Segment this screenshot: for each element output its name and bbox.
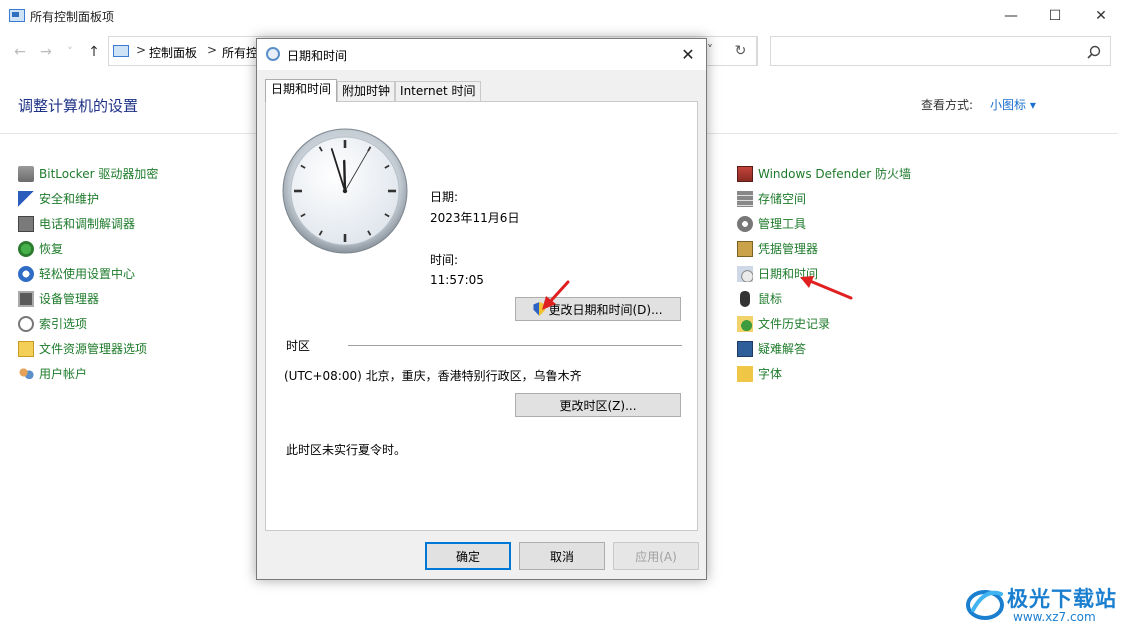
- tab-panel-date-time: 日期: 2023年11月6日 时间: 11:57:05 更改日期和时间(D)..…: [265, 101, 698, 531]
- tab-internet-time[interactable]: Internet 时间: [395, 81, 481, 102]
- view-by-label: 查看方式:: [921, 98, 974, 112]
- date-time-icon: [737, 265, 753, 282]
- search-input[interactable]: [770, 36, 1111, 66]
- cp-item-file-explorer-options[interactable]: 文件资源管理器选项: [18, 336, 158, 361]
- address-dropdown-icon[interactable]: ˅: [707, 43, 713, 57]
- cp-item-indexing-options[interactable]: 索引选项: [18, 311, 158, 336]
- apply-button[interactable]: 应用(A): [613, 542, 699, 570]
- cp-item-phone-modem[interactable]: 电话和调制解调器: [18, 211, 158, 236]
- cp-item-security-maintenance[interactable]: 安全和维护: [18, 186, 158, 211]
- mouse-icon: [740, 290, 750, 307]
- view-by-dropdown[interactable]: 小图标 ▾: [990, 96, 1036, 113]
- breadcrumb-separator[interactable]: >: [207, 43, 217, 57]
- date-value: 2023年11月6日: [430, 211, 520, 225]
- forward-button[interactable]: →: [36, 42, 56, 62]
- watermark: 极光下载站 www.xz7.com: [965, 582, 1117, 626]
- date-label: 日期:: [430, 190, 459, 204]
- user-accounts-icon: [18, 365, 34, 382]
- maximize-button[interactable]: ☐: [1032, 0, 1078, 31]
- dialog-close-button[interactable]: ✕: [670, 39, 706, 70]
- cp-item-credential-manager[interactable]: 凭据管理器: [737, 236, 911, 261]
- file-history-icon: [737, 315, 753, 332]
- cp-item-file-history[interactable]: 文件历史记录: [737, 311, 911, 336]
- flag-icon: [18, 190, 34, 207]
- time-value: 11:57:05: [430, 273, 484, 287]
- time-label: 时间:: [430, 253, 459, 267]
- ease-of-access-icon: [18, 265, 34, 282]
- breadcrumb-separator[interactable]: >: [136, 43, 146, 57]
- dialog-title: 日期和时间: [287, 49, 348, 63]
- recovery-icon: [18, 240, 34, 257]
- dialog-tabs: 日期和时间 附加时钟 Internet 时间: [265, 79, 481, 102]
- date-time-dialog: 日期和时间 ✕ 日期和时间 附加时钟 Internet 时间 日期: 2023年…: [256, 38, 707, 580]
- cp-item-firewall[interactable]: Windows Defender 防火墙: [737, 161, 911, 186]
- device-manager-icon: [18, 290, 34, 307]
- breadcrumb-control-panel[interactable]: 控制面板: [149, 44, 197, 61]
- cp-item-ease-of-access[interactable]: 轻松使用设置中心: [18, 261, 158, 286]
- timezone-divider: [348, 345, 682, 346]
- search-icon[interactable]: [1087, 45, 1101, 59]
- breadcrumb-all-items[interactable]: 所有控: [222, 44, 258, 61]
- timezone-value: (UTC+08:00) 北京，重庆，香港特别行政区，乌鲁木齐: [284, 369, 582, 383]
- analog-clock: [282, 128, 408, 254]
- close-button[interactable]: ✕: [1078, 0, 1124, 31]
- cancel-button[interactable]: 取消: [519, 542, 605, 570]
- dialog-titlebar: 日期和时间 ✕: [257, 39, 706, 70]
- back-button[interactable]: ←: [10, 42, 30, 62]
- bitlocker-icon: [18, 165, 34, 182]
- modem-icon: [18, 215, 34, 232]
- tab-date-time[interactable]: 日期和时间: [265, 79, 338, 102]
- tab-additional-clocks[interactable]: 附加时钟: [337, 81, 396, 102]
- minimize-button[interactable]: —: [988, 0, 1034, 31]
- control-panel-crumb-icon: [113, 45, 129, 57]
- page-title: 调整计算机的设置: [18, 97, 139, 115]
- cp-item-bitlocker[interactable]: BitLocker 驱动器加密: [18, 161, 158, 186]
- firewall-icon: [737, 165, 753, 182]
- dst-note: 此时区未实行夏令时。: [286, 443, 407, 457]
- clock-icon: [266, 47, 280, 61]
- annotation-arrow-icon: [800, 276, 853, 300]
- storage-icon: [737, 190, 753, 207]
- window-titlebar: 所有控制面板项 — ☐ ✕: [0, 0, 1125, 31]
- timezone-section-label: 时区: [286, 339, 311, 353]
- ok-button[interactable]: 确定: [425, 542, 511, 570]
- cp-item-device-manager[interactable]: 设备管理器: [18, 286, 158, 311]
- watermark-url: www.xz7.com: [1013, 610, 1096, 624]
- credential-icon: [737, 240, 753, 257]
- refresh-button[interactable]: ↻: [725, 36, 757, 66]
- annotation-arrow-icon: [542, 280, 570, 310]
- fonts-icon: [737, 365, 753, 382]
- cp-item-troubleshooting[interactable]: 疑难解答: [737, 336, 911, 361]
- cp-item-admin-tools[interactable]: 管理工具: [737, 211, 911, 236]
- window-title: 所有控制面板项: [30, 10, 115, 24]
- watermark-logo-icon: [966, 590, 1004, 620]
- control-panel-icon: [9, 9, 25, 22]
- indexing-icon: [18, 315, 34, 332]
- change-timezone-button[interactable]: 更改时区(Z)...: [515, 393, 681, 417]
- up-button[interactable]: ↑: [84, 42, 104, 62]
- cp-item-storage-spaces[interactable]: 存储空间: [737, 186, 911, 211]
- cp-item-user-accounts[interactable]: 用户帐户: [18, 361, 158, 386]
- watermark-text: 极光下载站: [1007, 587, 1117, 611]
- left-items-column: BitLocker 驱动器加密 安全和维护 电话和调制解调器 恢复 轻松使用设置…: [18, 161, 158, 386]
- recent-locations-button[interactable]: ˅: [60, 42, 80, 62]
- folder-options-icon: [18, 340, 34, 357]
- cp-item-recovery[interactable]: 恢复: [18, 236, 158, 261]
- cp-item-fonts[interactable]: 字体: [737, 361, 911, 386]
- troubleshooting-icon: [737, 340, 753, 357]
- admin-tools-icon: [737, 215, 753, 232]
